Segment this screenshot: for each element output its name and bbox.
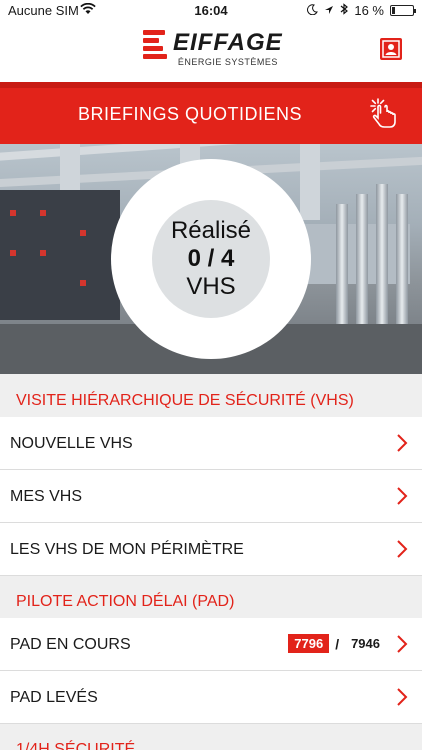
- profile-button[interactable]: [380, 38, 402, 60]
- profile-icon: [382, 40, 400, 58]
- chevron-right-icon: [396, 687, 408, 712]
- chevron-right-icon: [396, 634, 408, 659]
- progress-label: Réalisé: [170, 217, 252, 244]
- menu-item-label: PAD EN COURS: [10, 636, 131, 653]
- menu-item-label: MES VHS: [10, 488, 83, 505]
- vhs-progress-circle: Réalisé 0 / 4 VHS: [111, 159, 311, 359]
- briefings-banner[interactable]: BRIEFINGS QUOTIDIENS: [0, 82, 422, 144]
- moon-icon: [307, 3, 319, 18]
- menu-item-label: NOUVELLE VHS: [10, 435, 133, 452]
- brand-name: EIFFAGE: [173, 29, 283, 56]
- chevron-right-icon: [396, 486, 408, 511]
- menu-item-label: LES VHS DE MON PÉRIMÈTRE: [10, 541, 244, 558]
- location-icon: [324, 3, 334, 18]
- section-header-pad: PILOTE ACTION DÉLAI (PAD): [0, 577, 422, 621]
- progress-value: 0 / 4: [187, 245, 235, 272]
- section-header-quart-heure-securite: 1/4H SÉCURITÉ: [0, 725, 422, 750]
- pad-open-count-badge: 7796: [288, 634, 330, 653]
- pad-total-count: 7946: [351, 636, 380, 651]
- menu-item-nouvelle-vhs[interactable]: NOUVELLE VHS: [0, 417, 422, 470]
- touch-hand-icon[interactable]: [368, 96, 402, 135]
- logo-mark-icon: [143, 30, 167, 60]
- menu-item-pad-en-cours[interactable]: PAD EN COURS 7796 / 7946: [0, 618, 422, 671]
- battery-percent: 16 %: [354, 3, 384, 18]
- status-bar: Aucune SIM 16:04 16 %: [0, 0, 422, 22]
- count-separator: /: [335, 635, 340, 652]
- battery-icon: [390, 5, 416, 16]
- bluetooth-icon: [340, 3, 349, 18]
- chevron-right-icon: [396, 539, 408, 564]
- section-header-vhs: VISITE HIÉRARCHIQUE DE SÉCURITÉ (VHS): [0, 376, 422, 420]
- progress-unit: VHS: [186, 273, 236, 300]
- menu-item-mes-vhs[interactable]: MES VHS: [0, 470, 422, 523]
- app-header: EIFFAGE ÉNERGIE SYSTÈMES: [0, 22, 422, 82]
- chevron-right-icon: [396, 433, 408, 458]
- banner-title: BRIEFINGS QUOTIDIENS: [77, 104, 303, 124]
- menu-item-vhs-perimetre[interactable]: LES VHS DE MON PÉRIMÈTRE: [0, 523, 422, 576]
- brand-subtitle: ÉNERGIE SYSTÈMES: [177, 57, 278, 67]
- menu-item-label: PAD LEVÉS: [10, 689, 98, 706]
- menu-item-pad-leves[interactable]: PAD LEVÉS: [0, 671, 422, 724]
- eiffage-logo: EIFFAGE ÉNERGIE SYSTÈMES: [143, 30, 283, 67]
